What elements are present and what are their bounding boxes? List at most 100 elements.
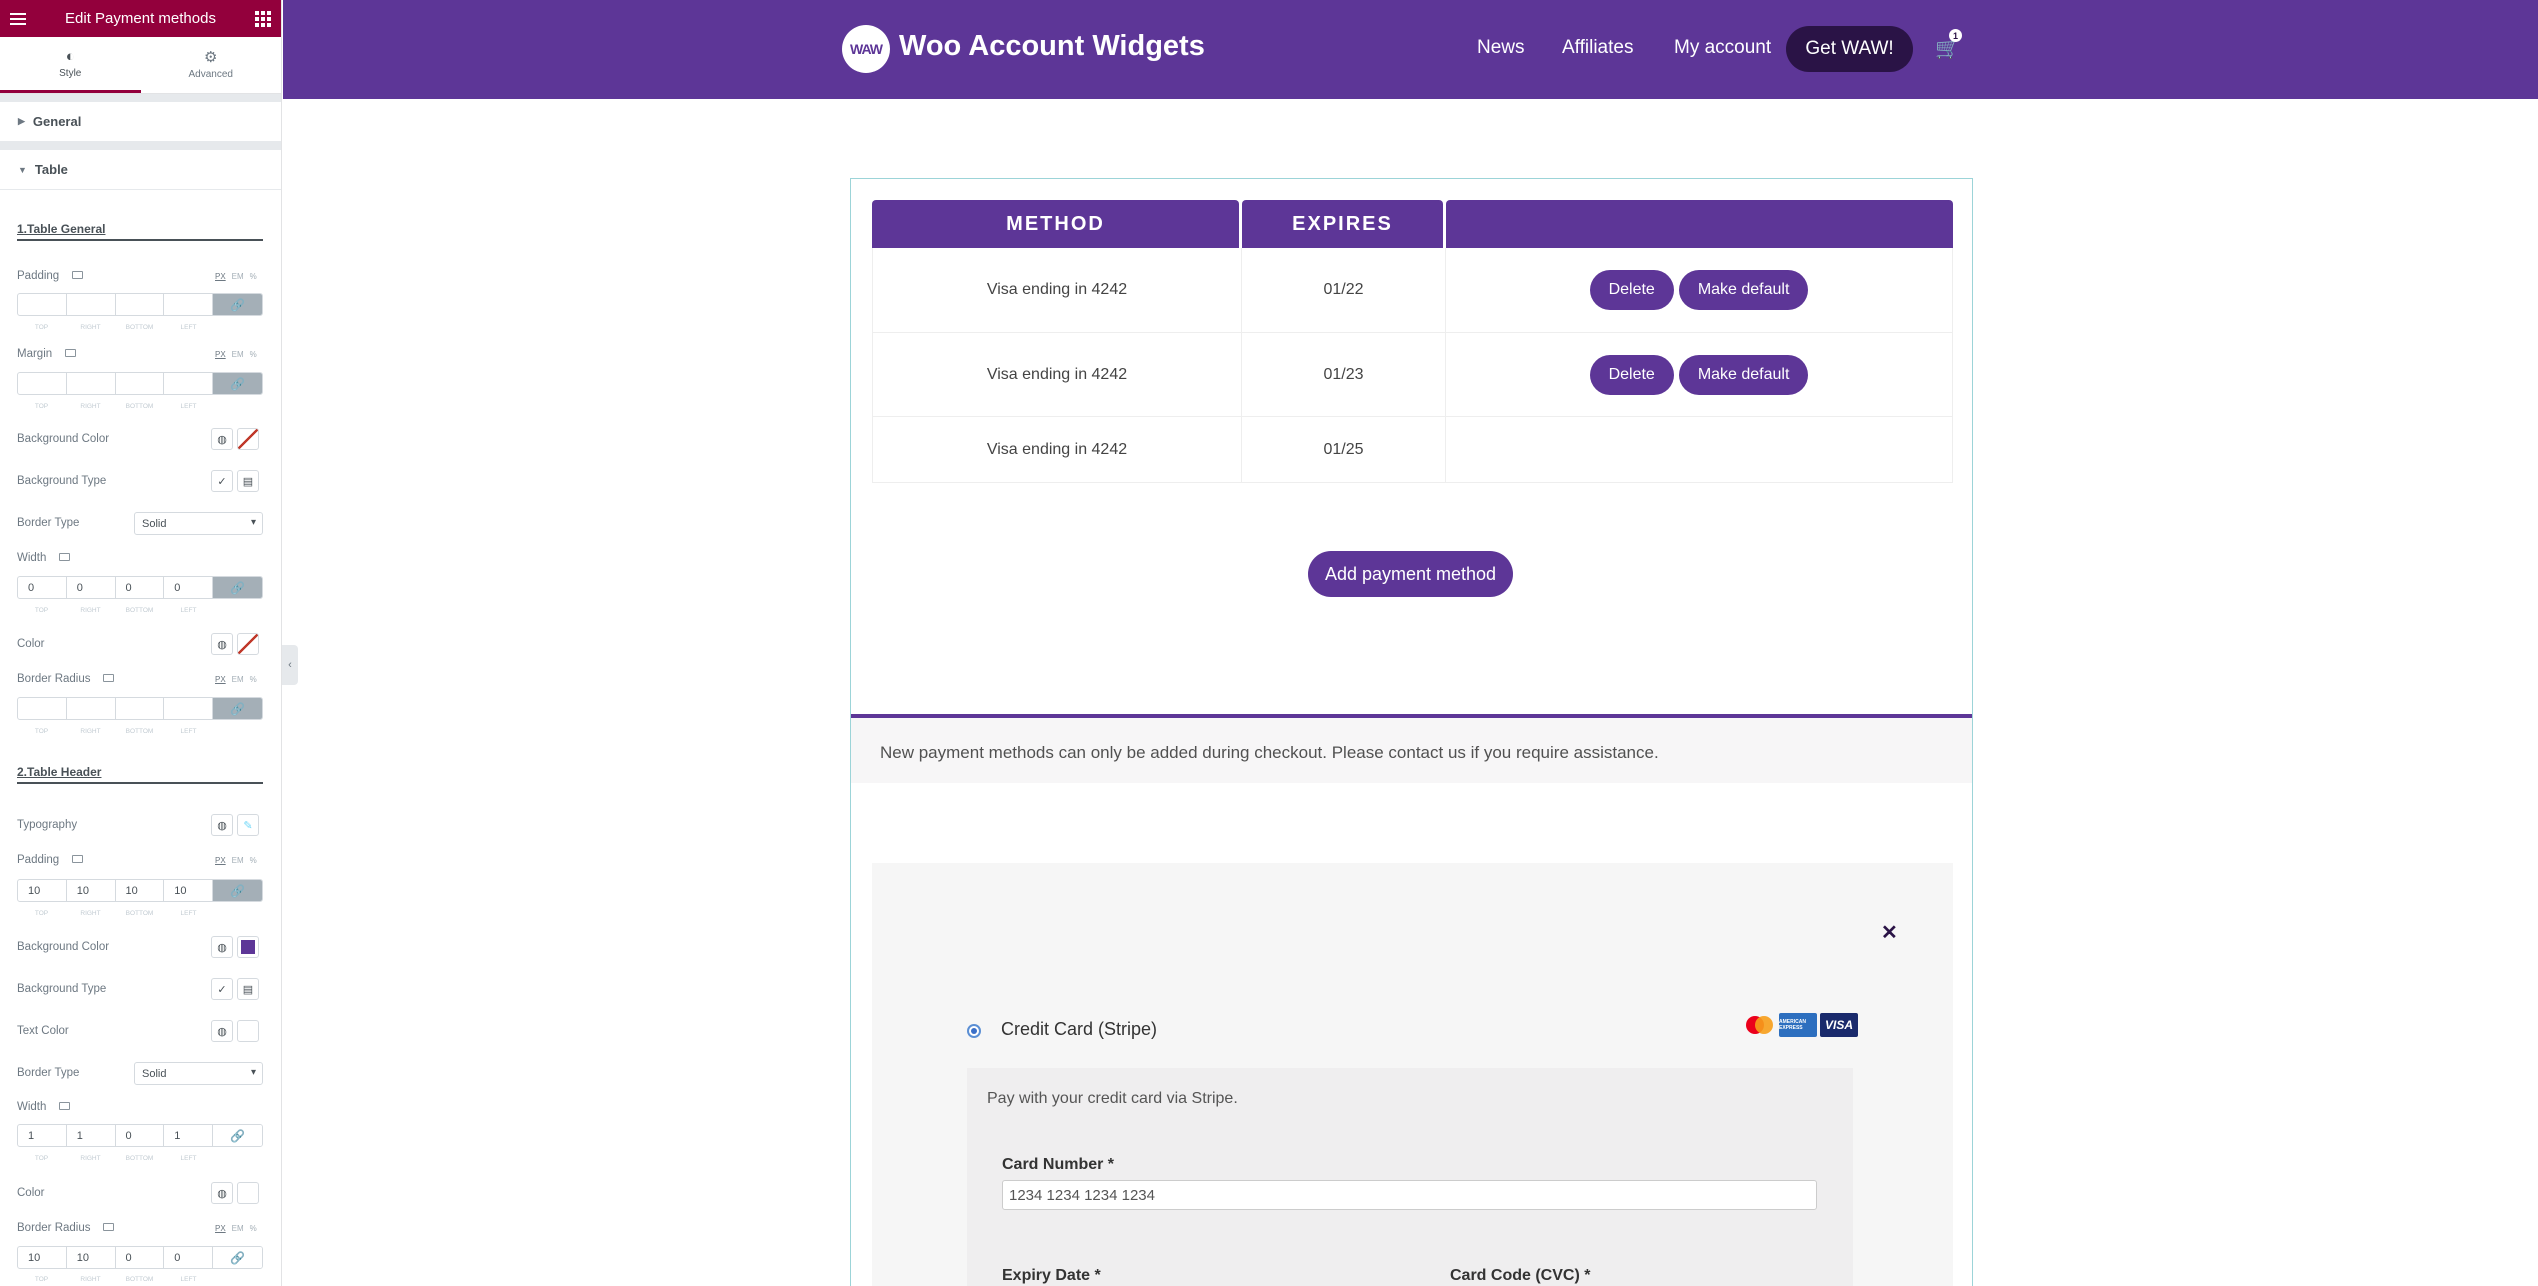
width-label: Width: [17, 1101, 47, 1113]
unit-switcher[interactable]: PX EM%: [215, 272, 257, 281]
actions-cell: Delete Make default: [1446, 333, 1952, 416]
add-payment-method-button[interactable]: Add payment method: [1308, 551, 1513, 597]
site-logo[interactable]: WAW: [842, 25, 890, 73]
delete-button[interactable]: Delete: [1589, 354, 1674, 395]
color-swatch[interactable]: [237, 1182, 259, 1204]
make-default-button[interactable]: Make default: [1678, 270, 1809, 310]
typography-label: Typography: [17, 819, 78, 831]
editor-panel: Edit Payment methods ◐ Style ⚙ Advanced ▶ G…: [0, 0, 282, 1286]
background-type-label: Background Type: [17, 475, 107, 487]
margin-inputs[interactable]: 🔗: [17, 372, 263, 395]
section-table[interactable]: ▼ Table: [0, 150, 281, 190]
gradient-icon[interactable]: ▤: [237, 978, 259, 1000]
unit-switcher[interactable]: PX EM%: [215, 1224, 257, 1233]
expiry-date-label: Expiry Date *: [1002, 1267, 1101, 1284]
link-icon[interactable]: 🔗: [213, 1125, 262, 1146]
tab-advanced-label: Advanced: [188, 69, 233, 80]
site-brand[interactable]: Woo Account Widgets: [899, 30, 1205, 63]
panel-title: Edit Payment methods: [65, 10, 216, 27]
nav-affiliates[interactable]: Affiliates: [1562, 37, 1633, 59]
gradient-icon[interactable]: ▤: [237, 470, 259, 492]
border-type-select[interactable]: Solid: [134, 512, 263, 535]
close-icon[interactable]: ✕: [1881, 920, 1898, 945]
link-icon[interactable]: 🔗: [213, 373, 262, 394]
table-row: Visa ending in 4242 01/23 Delete Make de…: [872, 333, 1953, 417]
column-header-expires: EXPIRES: [1242, 200, 1443, 248]
margin-label: Margin: [17, 348, 53, 360]
mastercard-icon: [1742, 1013, 1776, 1037]
unit-switcher[interactable]: PX EM%: [215, 350, 257, 359]
section-general[interactable]: ▶ General: [0, 102, 281, 142]
dimension-labels: TOP RIGHT BOTTOM LEFT: [34, 403, 197, 410]
widgets-grid-icon[interactable]: [254, 10, 271, 27]
dimension-labels: TOP RIGHT BOTTOM LEFT: [34, 910, 197, 917]
padding-inputs[interactable]: 🔗: [17, 293, 263, 316]
padding-label: Padding: [17, 270, 60, 282]
tab-advanced[interactable]: ⚙ Advanced: [141, 37, 282, 93]
desktop-icon: [65, 349, 76, 357]
color-swatch[interactable]: [237, 428, 259, 450]
globe-icon[interactable]: ◍: [211, 1182, 233, 1204]
cart-count-badge: 1: [1949, 29, 1962, 42]
unit-switcher[interactable]: PX EM%: [215, 675, 257, 684]
payment-methods-widget: METHOD EXPIRES Visa ending in 4242 01/22…: [850, 178, 1973, 1286]
header-border-type-select[interactable]: Solid: [134, 1062, 263, 1085]
link-icon[interactable]: 🔗: [213, 577, 262, 598]
link-icon[interactable]: 🔗: [213, 294, 262, 315]
link-icon[interactable]: 🔗: [213, 1247, 262, 1268]
expires-cell: 01/25: [1242, 417, 1446, 482]
actions-cell: Delete Make default: [1446, 248, 1952, 332]
link-icon[interactable]: 🔗: [213, 880, 262, 901]
header-border-type-label: Border Type: [17, 1067, 80, 1079]
card-brand-logos: AMERICAN EXPRESS VISA: [1742, 1013, 1858, 1037]
actions-cell: [1446, 417, 1952, 482]
tab-style[interactable]: ◐ Style: [0, 37, 141, 93]
cvc-label: Card Code (CVC) *: [1450, 1267, 1591, 1284]
globe-icon[interactable]: ◍: [211, 633, 233, 655]
info-notice: New payment methods can only be added du…: [851, 714, 1972, 783]
header-bg-type-label: Background Type: [17, 983, 107, 995]
column-header-method: METHOD: [872, 200, 1239, 248]
header-bg-color-label: Background Color: [17, 941, 110, 953]
globe-icon[interactable]: ◍: [211, 1020, 233, 1042]
method-cell: Visa ending in 4242: [873, 248, 1242, 332]
globe-icon[interactable]: ◍: [211, 814, 233, 836]
globe-icon[interactable]: ◍: [211, 936, 233, 958]
pencil-icon[interactable]: ✎: [237, 814, 259, 836]
card-number-input[interactable]: 1234 1234 1234 1234: [1002, 1180, 1817, 1210]
header-radius-inputs[interactable]: 10 10 0 0 🔗: [17, 1246, 263, 1269]
hamburger-menu-icon[interactable]: [10, 12, 26, 25]
color-swatch[interactable]: [237, 936, 259, 958]
width-inputs[interactable]: 0 0 0 0 🔗: [17, 576, 263, 599]
nav-news[interactable]: News: [1477, 37, 1525, 59]
dimension-labels: TOP RIGHT BOTTOM LEFT: [34, 1155, 197, 1162]
unit-switcher[interactable]: PX EM%: [215, 856, 257, 865]
color-swatch[interactable]: [237, 1020, 259, 1042]
desktop-icon: [59, 553, 70, 561]
expires-cell: 01/23: [1242, 333, 1446, 416]
delete-button[interactable]: Delete: [1589, 270, 1674, 310]
header-width-inputs[interactable]: 1 1 0 1 🔗: [17, 1124, 263, 1147]
site-preview: WAW Woo Account Widgets News Affiliates …: [283, 0, 2538, 1286]
gateway-radio[interactable]: [967, 1024, 981, 1038]
make-default-button[interactable]: Make default: [1678, 354, 1809, 395]
amex-icon: AMERICAN EXPRESS: [1779, 1013, 1817, 1037]
brush-icon[interactable]: ✓: [211, 978, 233, 1000]
dimension-labels: TOP RIGHT BOTTOM LEFT: [34, 607, 197, 614]
header-radius-label: Border Radius: [17, 1222, 91, 1234]
section-table-label: Table: [34, 162, 68, 177]
dimension-labels: TOP RIGHT BOTTOM LEFT: [34, 1276, 197, 1283]
border-radius-inputs[interactable]: 🔗: [17, 697, 263, 720]
link-icon[interactable]: 🔗: [213, 698, 262, 719]
table-row: Visa ending in 4242 01/25: [872, 417, 1953, 483]
brush-icon[interactable]: ✓: [211, 470, 233, 492]
cart-icon[interactable]: 🛒 1: [1935, 29, 1962, 61]
header-padding-inputs[interactable]: 10 10 10 10 🔗: [17, 879, 263, 902]
get-waw-button[interactable]: Get WAW!: [1786, 26, 1913, 72]
nav-my-account[interactable]: My account: [1674, 37, 1771, 59]
color-swatch[interactable]: [237, 633, 259, 655]
border-type-label: Border Type: [17, 517, 80, 529]
gateway-label[interactable]: Credit Card (Stripe): [1001, 1019, 1157, 1040]
globe-icon[interactable]: ◍: [211, 428, 233, 450]
dimension-labels: TOP RIGHT BOTTOM LEFT: [34, 728, 197, 735]
